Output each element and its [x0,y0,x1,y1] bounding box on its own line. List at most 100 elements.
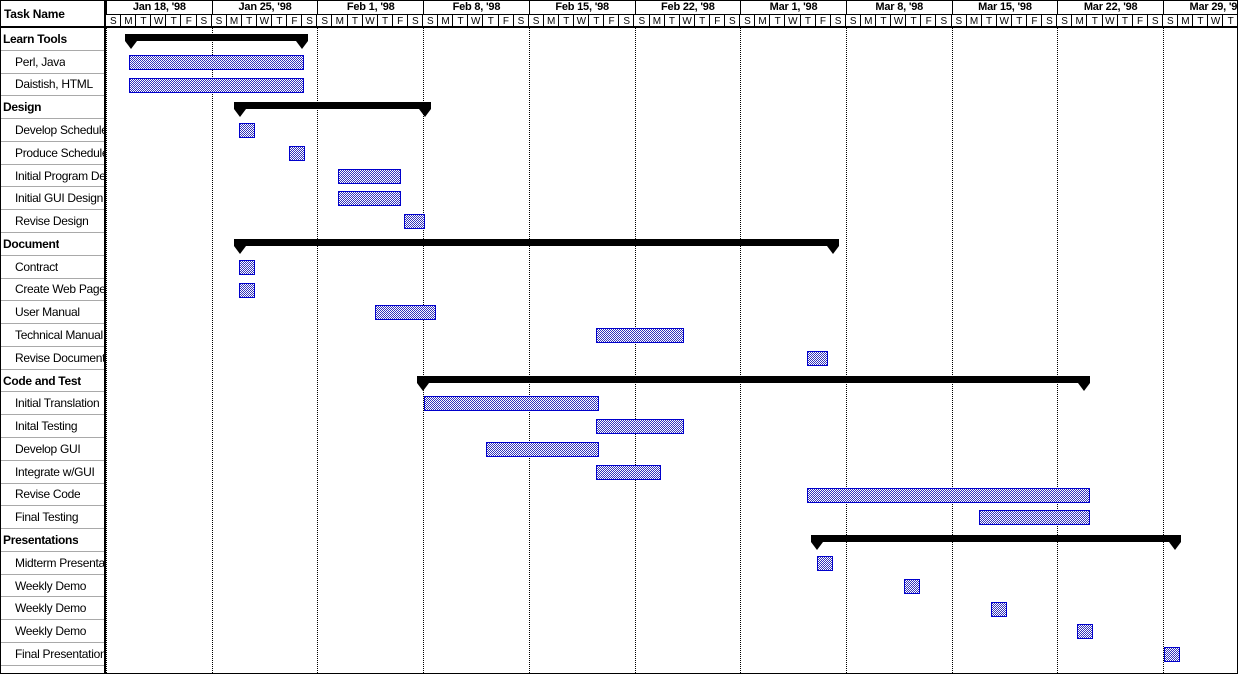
summary-bar-start-cap-icon [234,246,246,255]
timeline-day-cell: T [453,15,469,28]
timeline-day-cell: S [1057,15,1073,28]
timeline-week-label: Feb 8, '98 [423,1,529,14]
timeline-day-cell: W [574,15,590,28]
task-row[interactable]: Midterm Presentation [1,552,104,575]
gantt-task-bar[interactable] [239,259,255,275]
task-row[interactable]: Weekly Demo [1,598,104,621]
timeline-day-cell: M [333,15,348,28]
timeline-day-cell: T [272,15,288,28]
gantt-task-bar[interactable] [904,578,920,594]
task-group-row[interactable]: Design [1,96,104,120]
timeline-day-cell: F [1027,15,1043,28]
gantt-task-bar[interactable] [375,305,436,321]
task-row[interactable]: Develop Schedule [1,119,104,142]
task-row[interactable]: Final Testing [1,506,104,530]
task-name-label: Design [3,100,42,115]
timeline-day-cell: S [106,15,122,28]
timeline-day-cell: W [151,15,167,28]
gantt-task-bar[interactable] [338,168,401,184]
timeline-day-cell: S [1148,15,1163,28]
summary-bar-start-cap-icon [811,542,823,551]
task-row[interactable]: Initial GUI Design [1,187,104,211]
gantt-summary-bar[interactable] [811,535,1181,551]
task-row[interactable]: Contract [1,256,104,279]
task-row[interactable]: Create Web Page [1,279,104,302]
task-group-row[interactable]: Presentations [1,529,104,552]
gantt-summary-bar[interactable] [125,34,308,49]
timeline-week-label: Feb 15, '98 [528,1,635,14]
gantt-task-bar[interactable] [404,214,425,230]
timeline-day-cell: M [861,15,877,28]
task-name-label: Initial Program Design [15,168,104,183]
task-row[interactable]: Produce Schedule [1,142,104,165]
gantt-summary-bar[interactable] [417,375,1090,391]
gantt-task-bar[interactable] [807,350,828,366]
task-row[interactable]: Weekly Demo [1,575,104,598]
timeline-day-cell: S [529,15,544,28]
gantt-task-bar[interactable] [979,510,1090,526]
week-gridline [845,28,847,673]
task-row[interactable]: Initial Translation [1,392,104,416]
gantt-task-bar[interactable] [817,555,833,571]
gantt-task-bar[interactable] [596,464,661,480]
timeline-day-cell: M [438,15,454,28]
timeline-day-cell: T [559,15,575,28]
task-row[interactable]: Develop GUI [1,438,104,461]
timeline-day-cell: W [1103,15,1118,28]
task-name-label: Final Presentation [15,646,104,661]
task-row[interactable]: Integrate w/GUI [1,461,104,484]
gantt-task-bar[interactable] [991,601,1007,617]
task-row[interactable]: Final Presentation [1,643,104,666]
task-row[interactable]: Revise Design [1,210,104,233]
gantt-task-bar[interactable] [1164,647,1180,663]
timeline-day-cell: M [544,15,559,28]
timeline-day-cell: T [770,15,786,28]
gantt-task-bar[interactable] [239,123,255,139]
task-row[interactable]: User Manual [1,301,104,325]
timeline-day-cell: F [710,15,726,28]
gantt-task-bar[interactable] [129,54,304,70]
task-row[interactable]: Revise Documents [1,347,104,370]
task-name-label: Technical Manual [15,328,103,342]
summary-bar-end-cap-icon [827,246,839,255]
task-name-header-label: Task Name [4,6,65,21]
task-row[interactable]: Perl, Java [1,51,104,74]
task-group-row[interactable]: Document [1,233,104,256]
timeline-day-cell: W [891,15,907,28]
timeline-day-cell: S [846,15,861,28]
timeline-day-cell: T [589,15,605,28]
task-row[interactable]: Inital Testing [1,415,104,439]
timeline-day-row: SMTWTFSSMTWTFSSMTWTFSSMTWTFSSMTWTFSSMTWT… [106,14,1237,28]
gantt-task-bar[interactable] [338,191,401,207]
task-name-label: Learn Tools [3,31,67,46]
timeline-day-cell: W [468,15,484,28]
gantt-task-bar[interactable] [807,487,1090,503]
gantt-task-bar[interactable] [596,419,684,435]
gantt-task-bar[interactable] [1077,624,1093,640]
task-group-row[interactable]: Learn Tools [1,28,104,51]
timeline-day-cell: T [695,15,710,28]
gantt-task-bar[interactable] [239,282,255,298]
gantt-summary-bar[interactable] [234,239,839,255]
gantt-summary-bar[interactable] [234,102,431,118]
task-name-column: Task Name Learn Tools Perl, Java Daistish,… [1,1,106,673]
gantt-task-bar[interactable] [289,145,305,161]
task-row[interactable]: Daistish, HTML [1,74,104,97]
task-row[interactable]: Revise Code [1,484,104,507]
gantt-task-bar[interactable] [486,442,599,458]
gantt-task-bar[interactable] [424,396,599,412]
task-name-label: Revise Documents [15,350,104,365]
gantt-task-bar[interactable] [596,328,684,344]
task-name-label: Contract [15,259,58,274]
summary-bar-start-cap-icon [417,382,429,391]
timeline-day-cell: S [635,15,650,28]
task-row[interactable]: Technical Manual [1,324,104,347]
task-name-label: Initial Translation [15,396,100,411]
timeline-day-cell: T [1012,15,1028,28]
gantt-task-bar[interactable] [129,77,304,93]
timeline-day-cell: S [1163,15,1179,28]
task-row[interactable]: Initial Program Design [1,165,104,188]
week-gridline [951,28,953,673]
task-group-row[interactable]: Code and Test [1,370,104,393]
task-row[interactable]: Weekly Demo [1,620,104,644]
